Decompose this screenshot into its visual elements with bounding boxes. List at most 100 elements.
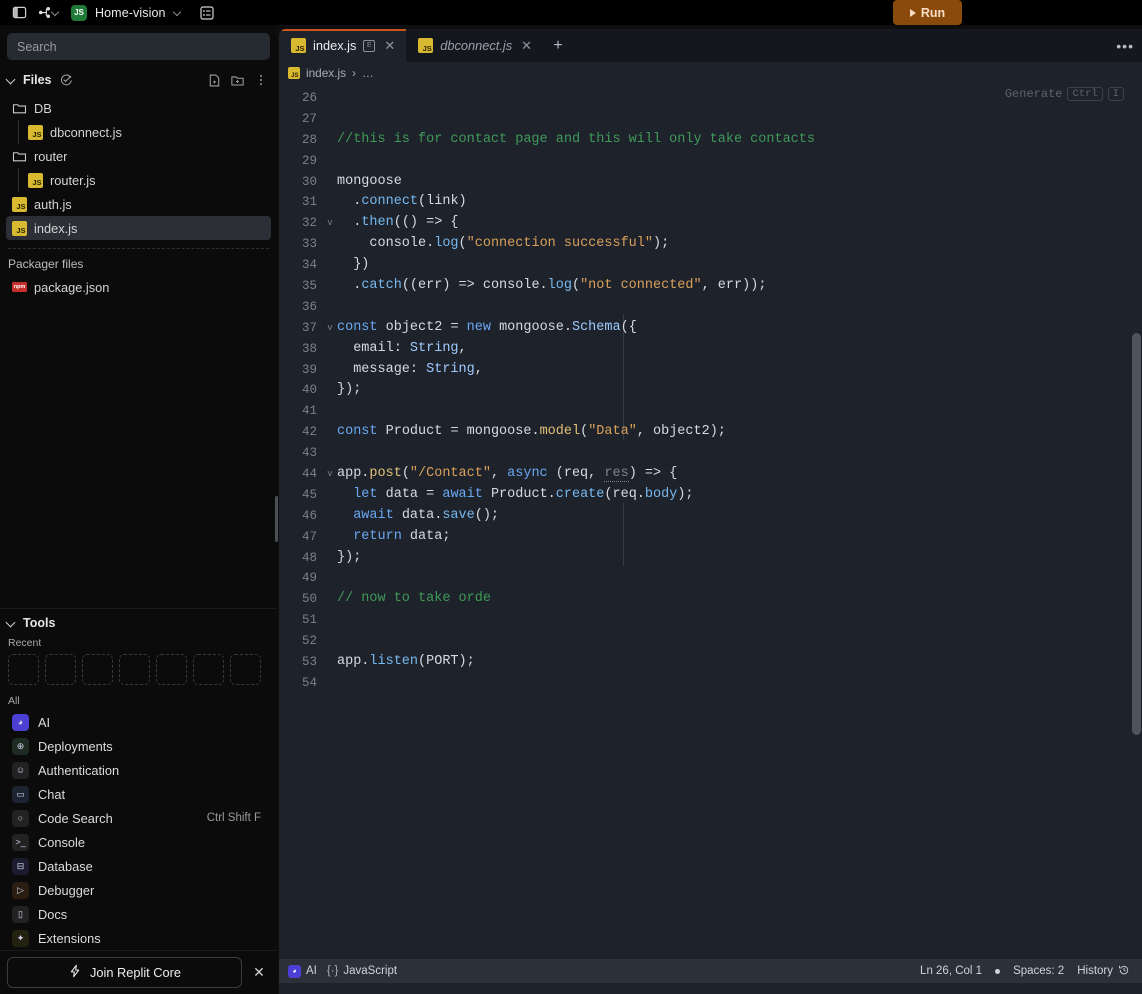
fold-toggle[interactable]: [323, 88, 337, 109]
editor-tab-dbconnect-js[interactable]: JS dbconnect.js ✕: [406, 29, 543, 62]
tool-item-docs[interactable]: ▯ Docs: [6, 902, 271, 926]
sidebar-resize-handle[interactable]: [275, 496, 278, 542]
recent-tool-slot[interactable]: [230, 654, 261, 685]
tool-item-extensions[interactable]: ✦ Extensions: [6, 926, 271, 950]
fold-toggle[interactable]: [323, 631, 337, 652]
status-cursor-position[interactable]: Ln 26, Col 1: [920, 965, 982, 977]
fold-toggle[interactable]: [323, 339, 337, 360]
status-dot: [995, 968, 1001, 974]
fold-toggle[interactable]: [323, 380, 337, 401]
tool-item-chat[interactable]: ▭ Chat: [6, 782, 271, 806]
fold-toggle[interactable]: [323, 234, 337, 255]
breadcrumb-file[interactable]: index.js: [306, 66, 346, 80]
fold-toggle[interactable]: [323, 610, 337, 631]
fold-toggle[interactable]: [323, 255, 337, 276]
panel-toggle-icon[interactable]: [8, 2, 31, 23]
fold-toggle[interactable]: v: [323, 318, 337, 339]
tools-list: ◕ AI ⊕ Deployments ☺ Authentication ▭ Chat ○ Code…: [0, 710, 277, 950]
fold-toggle[interactable]: [323, 506, 337, 527]
fold-toggle[interactable]: [323, 422, 337, 443]
recent-tool-slot[interactable]: [193, 654, 224, 685]
tool-item-label: Code Search: [38, 810, 113, 826]
recent-tool-slot[interactable]: [45, 654, 76, 685]
line-number: 47: [301, 529, 317, 544]
run-button[interactable]: Run: [893, 0, 962, 25]
new-folder-icon[interactable]: [229, 72, 246, 89]
file-tree-item-label: DB: [34, 100, 52, 116]
code-area[interactable]: 26 27 28 //this is for contact page and thi…: [279, 84, 1142, 694]
close-icon[interactable]: ✕: [519, 38, 534, 54]
new-tab-button[interactable]: +: [543, 29, 573, 62]
file-tree-item-router[interactable]: router: [6, 144, 271, 168]
status-ai[interactable]: ◕ AI: [288, 964, 317, 978]
join-replit-core-button[interactable]: Join Replit Core: [7, 957, 242, 988]
tool-item-database[interactable]: ⊟ Database: [6, 854, 271, 878]
fold-toggle[interactable]: [323, 652, 337, 673]
fold-toggle[interactable]: [323, 401, 337, 422]
new-file-icon[interactable]: [206, 72, 223, 89]
file-tree-item-dbconnect-js[interactable]: JS dbconnect.js: [6, 120, 271, 144]
more-horizontal-icon[interactable]: •••: [1116, 29, 1134, 62]
line-number: 44: [301, 467, 317, 482]
code-line: 53 app.listen(PORT);: [279, 652, 1142, 673]
fold-toggle[interactable]: [323, 485, 337, 506]
fold-toggle[interactable]: [323, 673, 337, 694]
chevron-down-icon[interactable]: [6, 75, 17, 86]
tool-item-console[interactable]: >_ Console: [6, 830, 271, 854]
code-line: 32 v .then(() => {: [279, 213, 1142, 234]
more-vertical-icon[interactable]: [252, 72, 269, 89]
preview-icon[interactable]: E: [363, 39, 376, 52]
extensions-icon: ✦: [12, 929, 29, 947]
fold-toggle[interactable]: [323, 192, 337, 213]
breadcrumb-separator: ›: [352, 66, 356, 80]
project-selector[interactable]: JS Home-vision: [67, 2, 187, 23]
chevron-down-icon[interactable]: [6, 618, 17, 629]
file-tree-item-label: auth.js: [34, 196, 72, 212]
editor-tab-index-js[interactable]: JS index.js E ✕: [279, 29, 407, 62]
status-history[interactable]: History: [1077, 964, 1130, 979]
search-input[interactable]: [7, 33, 270, 60]
tool-item-debugger[interactable]: ▷ Debugger: [6, 878, 271, 902]
editor-tab-label: index.js: [313, 38, 357, 53]
fold-toggle[interactable]: v: [323, 464, 337, 485]
fold-toggle[interactable]: [323, 172, 337, 193]
tool-item-ai[interactable]: ◕ AI: [6, 710, 271, 734]
recent-tool-slot[interactable]: [8, 654, 39, 685]
status-spaces[interactable]: Spaces: 2: [1013, 965, 1064, 977]
tool-item-deployments[interactable]: ⊕ Deployments: [6, 734, 271, 758]
recent-tool-slot[interactable]: [156, 654, 187, 685]
fold-toggle[interactable]: [323, 130, 337, 151]
vertical-scrollbar[interactable]: [1132, 333, 1141, 735]
recent-tool-slot[interactable]: [119, 654, 150, 685]
line-source: message: String,: [337, 361, 483, 377]
server-icon[interactable]: [195, 2, 219, 23]
fold-toggle[interactable]: [323, 527, 337, 548]
tool-item-code-search[interactable]: ○ Code Search Ctrl Shift F: [6, 806, 271, 830]
close-icon[interactable]: ✕: [248, 964, 270, 981]
close-icon[interactable]: ✕: [382, 38, 397, 54]
fold-toggle[interactable]: [323, 548, 337, 569]
file-tree-item-package-json[interactable]: npm package.json: [6, 275, 271, 299]
docs-icon: ▯: [12, 905, 29, 923]
fold-toggle[interactable]: [323, 109, 337, 130]
fold-toggle[interactable]: [323, 276, 337, 297]
file-tree-item-index-js[interactable]: JS index.js: [6, 216, 271, 240]
line-source: }): [337, 257, 370, 273]
fold-toggle[interactable]: [323, 151, 337, 172]
tool-item-authentication[interactable]: ☺ Authentication: [6, 758, 271, 782]
status-language[interactable]: {·} JavaScript: [327, 965, 397, 977]
recent-tools-label: Recent: [8, 637, 42, 649]
file-tree-item-db[interactable]: DB: [6, 96, 271, 120]
git-branch-icon[interactable]: [33, 2, 65, 23]
file-tree-item-router-js[interactable]: JS router.js: [6, 168, 271, 192]
file-tree-item-auth-js[interactable]: JS auth.js: [6, 192, 271, 216]
breadcrumb-rest[interactable]: …: [362, 66, 374, 80]
fold-toggle[interactable]: [323, 297, 337, 318]
fold-toggle[interactable]: [323, 360, 337, 381]
fold-toggle[interactable]: v: [323, 213, 337, 234]
fold-toggle[interactable]: [323, 443, 337, 464]
fold-toggle[interactable]: [323, 589, 337, 610]
fold-toggle[interactable]: [323, 568, 337, 589]
recent-tool-slot[interactable]: [82, 654, 113, 685]
line-source: mongoose: [337, 173, 402, 189]
